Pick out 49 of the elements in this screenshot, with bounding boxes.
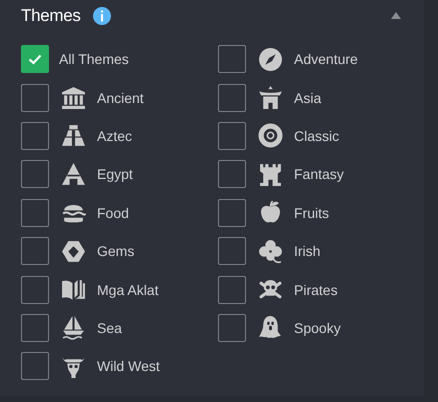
theme-label[interactable]: Wild West — [97, 358, 160, 374]
theme-label[interactable]: Classic — [294, 128, 340, 144]
theme-label[interactable]: Egypt — [97, 166, 133, 182]
checkbox[interactable] — [218, 122, 246, 150]
checkbox[interactable] — [21, 45, 49, 74]
info-icon[interactable] — [92, 7, 111, 25]
theme-label[interactable]: Food — [97, 204, 129, 221]
theme-label[interactable]: Mga Aklat — [97, 282, 158, 298]
checkbox[interactable] — [218, 45, 246, 74]
theme-label[interactable]: Fruits — [294, 204, 329, 221]
theme-label[interactable]: Irish — [294, 243, 320, 260]
theme-label[interactable]: Sea — [97, 320, 122, 336]
theme-label[interactable]: Gems — [97, 243, 134, 260]
checkbox[interactable] — [218, 198, 246, 227]
collapse-caret-icon[interactable] — [391, 12, 401, 18]
theme-label[interactable]: Asia — [294, 90, 322, 106]
checkbox[interactable] — [21, 314, 49, 342]
theme-label[interactable]: Pirates — [294, 282, 338, 298]
checkbox[interactable] — [21, 160, 49, 188]
checkbox[interactable] — [21, 352, 49, 380]
theme-label[interactable]: Aztec — [97, 128, 132, 144]
apple-icon — [258, 200, 283, 226]
checkbox[interactable] — [218, 160, 246, 188]
clover-icon — [258, 238, 283, 264]
book-icon — [61, 277, 86, 302]
theme-label[interactable]: Ancient — [97, 90, 144, 106]
theme-label[interactable]: Spooky — [294, 320, 341, 336]
checkbox[interactable] — [218, 237, 246, 266]
checkbox[interactable] — [21, 276, 49, 304]
checkbox[interactable] — [21, 122, 49, 150]
checkbox[interactable] — [21, 237, 49, 266]
ghost-icon — [258, 315, 283, 340]
section-title: Themes — [21, 6, 81, 26]
theme-label[interactable]: Adventure — [294, 51, 358, 68]
columns-building-icon — [61, 85, 86, 110]
pyramid-icon — [61, 162, 86, 187]
checkbox[interactable] — [218, 276, 246, 304]
checkbox[interactable] — [218, 314, 246, 342]
checkbox[interactable] — [21, 84, 49, 112]
compass-icon — [258, 46, 283, 72]
gem-icon — [61, 238, 86, 264]
pyramid-icon — [61, 123, 86, 148]
sailboat-icon — [61, 315, 86, 340]
theme-label[interactable]: All Themes — [59, 51, 129, 68]
checkbox[interactable] — [218, 84, 246, 112]
pagoda-icon — [258, 85, 283, 110]
theme-label[interactable]: Fantasy — [294, 166, 344, 182]
checkbox[interactable] — [21, 198, 49, 227]
castle-icon — [258, 162, 283, 187]
